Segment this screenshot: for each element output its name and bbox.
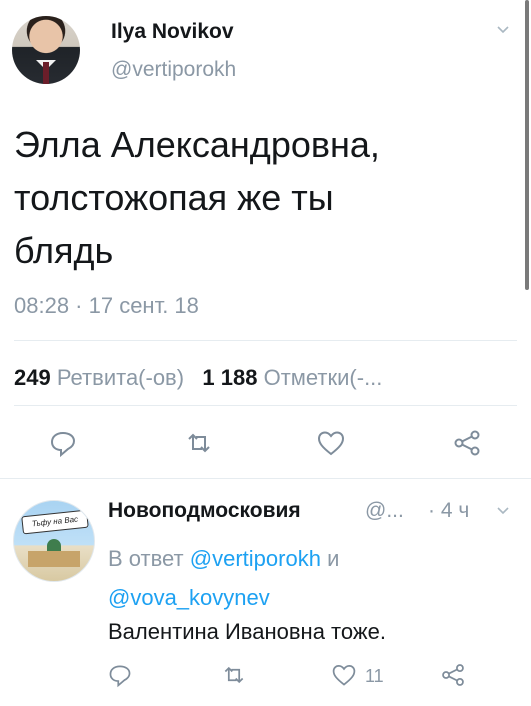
tweet-text: Элла Александровна, толстожопая же ты бл…: [14, 124, 380, 271]
author-name[interactable]: Ilya Novikov: [111, 20, 234, 44]
divider: [14, 340, 517, 341]
chevron-down-icon[interactable]: [497, 505, 509, 517]
reply-author-handle[interactable]: @...: [365, 499, 404, 523]
tweet-timestamp[interactable]: 08:28 · 17 сент. 18: [14, 293, 199, 319]
reply-like-count: 11: [365, 666, 384, 686]
reply-text: Валентина Ивановна тоже.: [108, 619, 386, 644]
reply-context: В ответ @vertiporokh и @vova_kovynev: [108, 539, 488, 617]
reply-and: и: [327, 546, 340, 571]
divider: [14, 405, 517, 406]
share-icon[interactable]: [440, 662, 466, 688]
reply-timestamp[interactable]: · 4 ч: [428, 499, 469, 523]
likes-label: Отметки(-...: [263, 365, 383, 390]
share-icon[interactable]: [452, 428, 482, 458]
reply-icon[interactable]: [107, 662, 133, 688]
like-icon[interactable]: [331, 662, 357, 688]
mention-link[interactable]: @vertiporokh: [190, 546, 321, 571]
likes-stat[interactable]: 1 188 Отметки(-...: [202, 365, 382, 390]
retweets-count: 249: [14, 365, 51, 390]
retweet-icon[interactable]: [221, 662, 247, 688]
divider: [0, 478, 531, 479]
retweets-stat[interactable]: 249 Ретвита(-ов): [14, 365, 184, 390]
author-handle[interactable]: @vertiporokh: [111, 58, 236, 82]
retweet-icon[interactable]: [184, 428, 214, 458]
reply-icon[interactable]: [48, 428, 78, 458]
mention-link[interactable]: @vova_kovynev: [108, 585, 270, 610]
reply-prefix: В ответ: [108, 546, 184, 571]
author-avatar[interactable]: [12, 16, 80, 84]
like-icon[interactable]: [316, 428, 346, 458]
reply-author-avatar[interactable]: Тьфу на Вас: [13, 500, 95, 582]
likes-count: 1 188: [202, 365, 258, 390]
avatar-banner: Тьфу на Вас: [21, 509, 89, 535]
scrollbar[interactable]: [525, 0, 529, 290]
chevron-down-icon[interactable]: [497, 24, 509, 36]
reply-author-name[interactable]: Новоподмосковия: [108, 499, 301, 523]
tweet-stats: 249 Ретвита(-ов) 1 188 Отметки(-...: [14, 365, 382, 391]
retweets-label: Ретвита(-ов): [56, 365, 185, 390]
